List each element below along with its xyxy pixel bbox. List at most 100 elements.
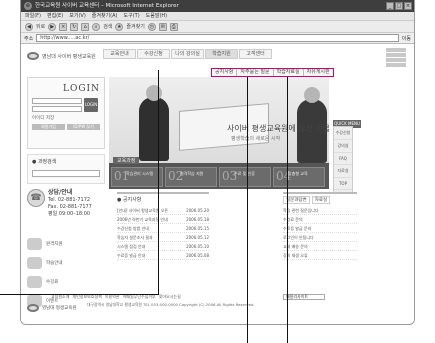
quick-menu-item[interactable]: 강의실 [334, 140, 352, 153]
banner-headline: 사이버 평생교육원에 오신 것을 환영합니다 [227, 124, 329, 133]
footer-link[interactable]: 찾아오시는길 [159, 294, 181, 300]
notice-date: 2006.05.10 [186, 244, 209, 249]
list-item[interactable]: 수강료 문의 [283, 215, 357, 224]
subnav-item[interactable]: 자유게시판 [304, 69, 333, 76]
nav-item[interactable]: 교육안내 [103, 49, 136, 59]
search-icon[interactable]: ⌕ [92, 22, 101, 31]
join-button[interactable]: 회원가입 [32, 124, 65, 130]
print-icon[interactable]: ⎙ [169, 22, 178, 31]
user-id-input[interactable] [32, 98, 82, 104]
list-item[interactable]: 시스템 점검 안내 2006.05.10 [117, 242, 209, 251]
notice-title[interactable]: ● 공지사항 [117, 194, 209, 206]
list-item[interactable]: 교재 배송 문의 [283, 242, 357, 251]
nav-item-active[interactable]: 학습지원 [205, 49, 238, 59]
nav-item[interactable]: 고객센터 [239, 49, 272, 59]
family-site-select[interactable]: 패밀리사이트 [283, 294, 325, 300]
menu-bar: 파일(F) 편집(E) 보기(V) 즐겨찾기(A) 도구(T) 도움말(H) [21, 12, 414, 21]
save-id-checkbox[interactable]: 아이디 저장 [28, 113, 104, 123]
nav-item[interactable]: 나의 강의실 [171, 49, 204, 59]
util-link[interactable] [386, 53, 406, 57]
list-item[interactable]: 2006년 하반기 교육과정 안내 2006.05.18 [117, 215, 209, 224]
favorites-label[interactable]: 즐겨찾기 [126, 23, 144, 30]
list-item[interactable]: 학습 관련 질문입니다 [283, 206, 357, 215]
minimize-button[interactable]: _ [386, 2, 394, 10]
address-bar: 주소 http://www.....ac.kr/ 이동 [21, 33, 414, 44]
go-button[interactable]: 이동 [402, 35, 411, 42]
menu-view[interactable]: 보기(V) [69, 12, 86, 20]
site-logo[interactable]: 영남대 사이버 평생교육원 [27, 52, 96, 60]
step-card[interactable]: 04 맞춤형 교육 [273, 167, 325, 187]
password-input[interactable] [32, 106, 82, 112]
login-links: 회원가입 ID/PW 찾기 [28, 123, 104, 131]
subnav-item[interactable]: 학습자료실 [274, 69, 304, 76]
refresh-icon[interactable]: ↻ [70, 22, 79, 31]
main-banner[interactable]: 사이버 평생교육원에 오신 것을 환영합니다 평생학습의 새로운 시작 교육과정… [109, 77, 329, 189]
login-button[interactable]: LOGIN [84, 98, 98, 112]
side-link[interactable]: 수강료 [27, 272, 105, 291]
course-search-box: ● 과정검색 [27, 154, 105, 184]
notice-date: 2006.05.12 [186, 235, 209, 240]
step-card[interactable]: 02 원격학습 지원 [165, 167, 217, 187]
phone-icon: ☎ [27, 189, 45, 207]
subnav-item[interactable]: 공지사항 [212, 69, 238, 76]
menu-file[interactable]: 파일(F) [25, 12, 41, 20]
nav-item[interactable]: 수강신청 [137, 49, 170, 59]
browser-window: e 한국교육원 사이버 교육센터 – Microsoft Internet Ex… [20, 0, 415, 325]
mail-icon[interactable]: ✉ [158, 22, 167, 31]
list-item[interactable]: 수료증 발급 안내 2006.05.08 [117, 251, 209, 260]
notice-date: 2006.05.18 [186, 217, 209, 222]
back-label[interactable]: 뒤로 [36, 23, 45, 30]
list-item[interactable]: [안내] 사이버 평생교육원 오픈 2006.05.20 [117, 206, 209, 215]
menu-edit[interactable]: 편집(E) [47, 12, 63, 20]
notice-text: [안내] 사이버 평생교육원 오픈 [117, 208, 169, 213]
tab-resources[interactable]: 자료실 [311, 196, 331, 204]
maximize-button[interactable]: □ [395, 2, 403, 10]
find-id-button[interactable]: ID/PW 찾기 [67, 124, 100, 130]
person-head [304, 87, 320, 103]
forward-arrow-icon[interactable]: ▶ [48, 22, 57, 31]
menu-tools[interactable]: 도구(T) [124, 12, 140, 20]
notice-date: 2006.05.15 [186, 226, 209, 231]
window-title: 한국교육원 사이버 교육센터 – Microsoft Internet Expl… [35, 3, 179, 9]
side-link[interactable]: 원격지원 [27, 234, 105, 253]
quick-menu-item[interactable]: TOP [334, 178, 352, 190]
login-box: LOGIN LOGIN 아이디 저장 회원가입 ID/PW 찾기 [27, 77, 105, 149]
contact-hours: 평일 09:00–18:00 [48, 211, 91, 217]
step-label: 원격학습 지원 [180, 171, 204, 176]
step-card[interactable]: 03 수료 및 인증 [219, 167, 271, 187]
quick-menu-item[interactable]: 자료실 [334, 165, 352, 178]
quick-menu: 수강신청 강의실 FAQ 자료실 TOP [333, 126, 353, 198]
side-link-label: 원격지원 [46, 241, 63, 247]
menu-help[interactable]: 도움말(H) [146, 12, 167, 20]
list-item[interactable]: 로그인이 안됩니다 [283, 233, 357, 242]
list-item[interactable]: 수료증 발급 문의 [283, 224, 357, 233]
stop-icon[interactable]: × [59, 22, 68, 31]
list-item[interactable]: 학습자 설문조사 결과 2006.05.12 [117, 233, 209, 242]
web-page: 영남대 사이버 평생교육원 교육안내 수강신청 나의 강의실 학습지원 고객센터… [21, 44, 414, 324]
banner-subtitle: 평생학습의 새로운 시작 [231, 136, 281, 142]
contact-tel: Tel. 02-881-7172 [48, 197, 91, 203]
quick-menu-item[interactable]: FAQ [334, 153, 352, 165]
step-card[interactable]: 01 학습관리 시스템 [111, 167, 163, 187]
util-link[interactable] [386, 63, 406, 67]
person-head [146, 85, 162, 101]
subnav-item[interactable]: 자주묻는 질문 [237, 69, 274, 76]
util-link[interactable] [386, 48, 406, 52]
step-label: 맞춤형 교육 [288, 171, 308, 176]
back-arrow-icon[interactable]: ◀ [25, 22, 33, 31]
callout-line [0, 294, 24, 295]
home-icon[interactable]: ⌂ [81, 22, 90, 31]
notice-board: ● 공지사항 [안내] 사이버 평생교육원 오픈 2006.05.20 2006년… [117, 192, 209, 276]
star-icon[interactable]: ★ [115, 22, 124, 31]
history-icon[interactable]: ◷ [147, 22, 156, 31]
course-select[interactable] [32, 170, 100, 177]
side-link[interactable]: 학습안내 [27, 253, 105, 272]
address-input[interactable]: http://www.....ac.kr/ [36, 34, 399, 42]
menu-favorites[interactable]: 즐겨찾기(A) [92, 12, 118, 20]
quick-menu-item[interactable]: 수강신청 [334, 127, 352, 140]
list-item[interactable]: 강의 재생 오류 [283, 251, 357, 260]
list-item[interactable]: 수강신청 방법 안내 2006.05.15 [117, 224, 209, 233]
close-button[interactable]: × [404, 2, 412, 10]
search-label[interactable]: 검색 [103, 23, 112, 30]
util-link[interactable] [386, 58, 406, 62]
